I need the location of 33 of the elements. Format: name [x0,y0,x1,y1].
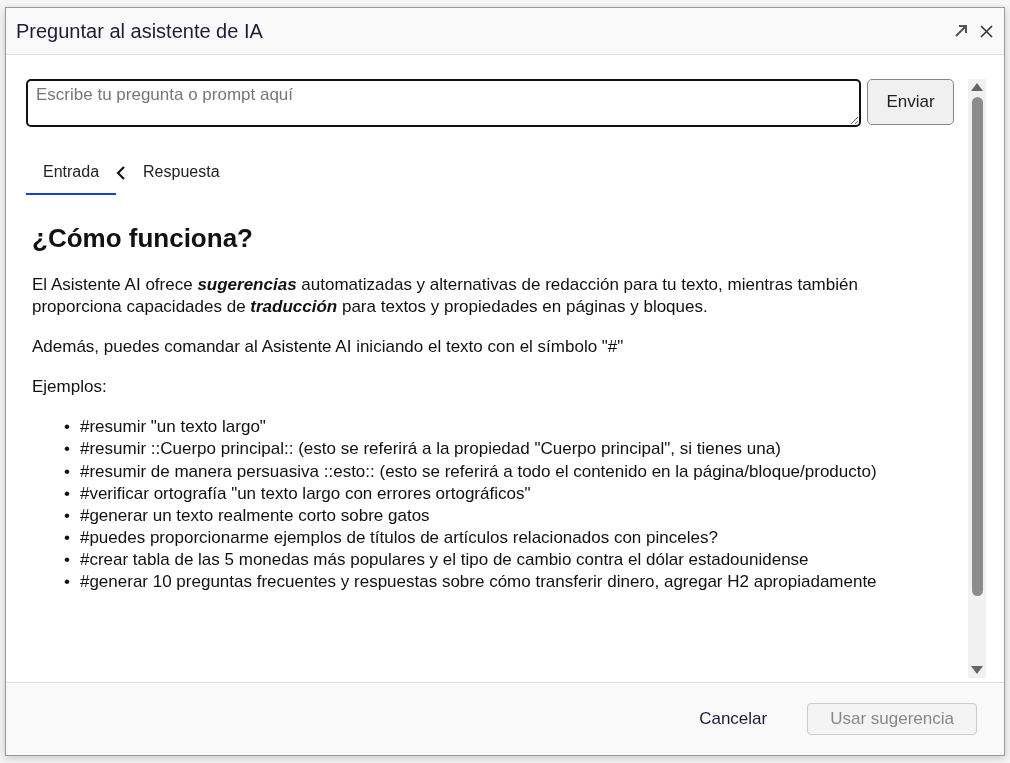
scrollbar-thumb[interactable] [971,97,983,596]
scroll-up-icon[interactable] [971,83,983,91]
close-icon[interactable] [979,23,994,39]
bullet-marker: • [64,548,70,571]
example-item: #resumir "un texto largo" [79,416,266,439]
example-item: #crear tabla de las 5 monedas más populares y el tipo de cambio contra el dólar estadounidense [79,548,809,571]
example-item: #generar un texto realmente corto sobre gatos [79,504,430,527]
bullet-marker: • [64,526,70,549]
bullet-marker: • [64,438,70,461]
prompt-input-field[interactable]: Escribe tu pregunta o prompt aquí [26,79,861,127]
scroll-down-icon[interactable] [971,666,983,674]
example-item: #generar 10 preguntas frecuentes y respuestas sobre cómo transferir dinero, agregar H2 apropiadamente [79,571,877,594]
send-button[interactable]: Enviar [867,79,954,125]
example-item: #puedes proporcionarme ejemplos de títulos de artículos relacionados con pinceles? [79,526,718,549]
example-item: #resumir de manera persuasiva ::esto:: (esto se referirá a todo el contenido en la página/bloque/producto) [79,460,877,483]
example-item: #verificar ortografía "un texto largo con errores ortográficos" [79,482,531,505]
tab[interactable]: Respuesta [126,151,237,195]
bullet-marker: • [64,460,70,483]
bullet-marker: • [64,416,70,439]
bullet-marker: • [64,571,70,594]
bullet-marker: • [64,482,70,505]
expand-arrow-icon[interactable] [953,23,969,39]
cancel-button[interactable]: Cancelar [693,708,774,730]
paragraph: Ejemplos: [32,376,108,399]
bullet-marker: • [64,504,70,527]
paragraph: Además, puedes comandar al Asistente AI iniciando el texto con el símbolo "#" [32,336,625,359]
dialog-title: Preguntar al asistente de IA [16,19,263,43]
paragraph: El Asistente AI ofrece sugerencias automatizadas y alternativas de redacción para tu texto, mientras también proporciona capacidades de traducción para textos y propiedades en páginas y bloques. [32,274,859,319]
scrollbar[interactable] [968,79,986,678]
example-item: #resumir ::Cuerpo principal:: (esto se referirá a la propiedad "Cuerpo principal", si tienes una) [79,438,781,461]
section-heading: ¿Cómo funciona? [32,223,254,254]
chevron-left-icon[interactable] [116,165,127,181]
tab[interactable]: Entrada [26,151,117,195]
